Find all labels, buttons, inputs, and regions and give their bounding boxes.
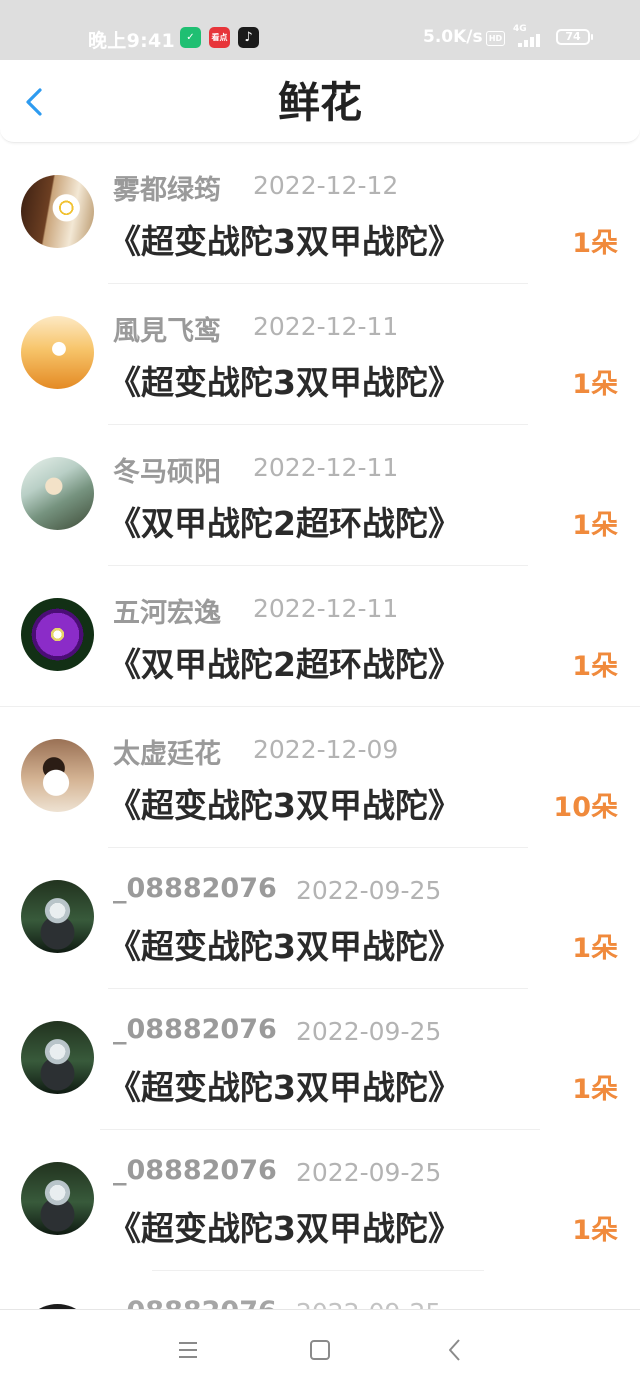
chevron-left-icon [26,88,42,116]
sender-name: _08882076 [113,1155,277,1186]
home-button[interactable] [306,1336,334,1364]
header: 鲜花 [0,60,640,143]
work-title: 《超变战陀3双甲战陀》 [108,786,461,825]
send-date: 2022-12-12 [253,171,399,200]
work-title: 《超变战陀3双甲战陀》 [108,1068,461,1107]
sender-name: 冬马硕阳 [113,457,221,488]
avatar[interactable] [21,880,94,953]
menu-button[interactable] [174,1336,202,1364]
sender-name: 五河宏逸 [113,598,221,629]
flower-count: 1朵 [572,1074,618,1105]
system-back-button[interactable] [441,1336,469,1364]
work-title: 《双甲战陀2超环战陀》 [108,645,461,684]
news-app-icon: 看点 [209,27,230,48]
work-title: 《超变战陀3双甲战陀》 [108,1209,461,1248]
sender-name: 風見飞鸾 [113,316,221,347]
send-date: 2022-09-25 [296,1017,442,1046]
work-title: 《超变战陀3双甲战陀》 [108,222,461,261]
send-date: 2022-12-11 [253,453,399,482]
list-item[interactable]: 五河宏逸 2022-12-11 《双甲战陀2超环战陀》 1朵 [0,566,640,707]
send-date: 2022-09-25 [296,876,442,905]
avatar[interactable] [21,316,94,389]
flower-count: 10朵 [553,792,618,823]
page-title: 鲜花 [277,78,362,127]
flower-count: 1朵 [572,1215,618,1246]
send-date: 2022-12-11 [253,312,399,341]
status-time: 晚上9:41 [88,30,176,52]
avatar[interactable] [21,457,94,530]
avatar[interactable] [21,598,94,671]
flower-count: 1朵 [572,369,618,400]
work-title: 《超变战陀3双甲战陀》 [108,927,461,966]
network-speed: 5.0K/s [423,27,483,47]
send-date: 2022-12-09 [253,735,399,764]
list-item[interactable]: 風見飞鸾 2022-12-11 《超变战陀3双甲战陀》 1朵 [0,284,640,425]
list-item[interactable]: _08882076 2022-09-25 《超变战陀3双甲战陀》 1朵 [0,989,640,1130]
signal-icon [518,34,548,47]
network-type: 4G [513,24,527,34]
list-item[interactable]: _08882076 2022-09-25 《超变战陀3双甲战陀》 1朵 [0,848,640,989]
list-item[interactable]: _08882076 2022-09-25 《超变战陀3双甲战陀》 1朵 [0,1130,640,1271]
flower-count: 1朵 [572,228,618,259]
status-bar: 晚上9:41 ✓ 看点 ♪ 5.0K/s HD 4G 74 [0,0,640,60]
flower-count: 1朵 [572,651,618,682]
avatar[interactable] [21,1021,94,1094]
list-item[interactable]: 太虚廷花 2022-12-09 《超变战陀3双甲战陀》 10朵 [0,707,640,848]
avatar[interactable] [21,1162,94,1235]
work-title: 《双甲战陀2超环战陀》 [108,504,461,543]
send-date: 2022-12-11 [253,594,399,623]
flower-count: 1朵 [572,510,618,541]
home-square-icon [310,1340,330,1360]
avatar[interactable] [21,739,94,812]
back-button[interactable] [20,87,50,117]
sender-name: _08882076 [113,873,277,904]
menu-icon [179,1342,197,1358]
system-nav-bar [0,1309,640,1388]
list-item[interactable]: 冬马硕阳 2022-12-11 《双甲战陀2超环战陀》 1朵 [0,425,640,566]
sender-name: 太虚廷花 [113,739,221,770]
list-item[interactable]: 雾都绿筠 2022-12-12 《超变战陀3双甲战陀》 1朵 [0,143,640,284]
work-title: 《超变战陀3双甲战陀》 [108,363,461,402]
send-date: 2022-09-25 [296,1158,442,1187]
sender-name: 雾都绿筠 [113,175,221,206]
battery-icon: 74 [556,29,593,45]
avatar[interactable] [21,175,94,248]
back-triangle-icon [449,1339,460,1361]
divider [152,1270,484,1271]
hd-badge: HD [486,31,505,46]
sender-name: _08882076 [113,1014,277,1045]
tiktok-icon: ♪ [238,27,259,48]
flower-count: 1朵 [572,933,618,964]
shield-icon: ✓ [180,27,201,48]
flower-list: 雾都绿筠 2022-12-12 《超变战陀3双甲战陀》 1朵 風見飞鸾 2022… [0,143,640,1308]
